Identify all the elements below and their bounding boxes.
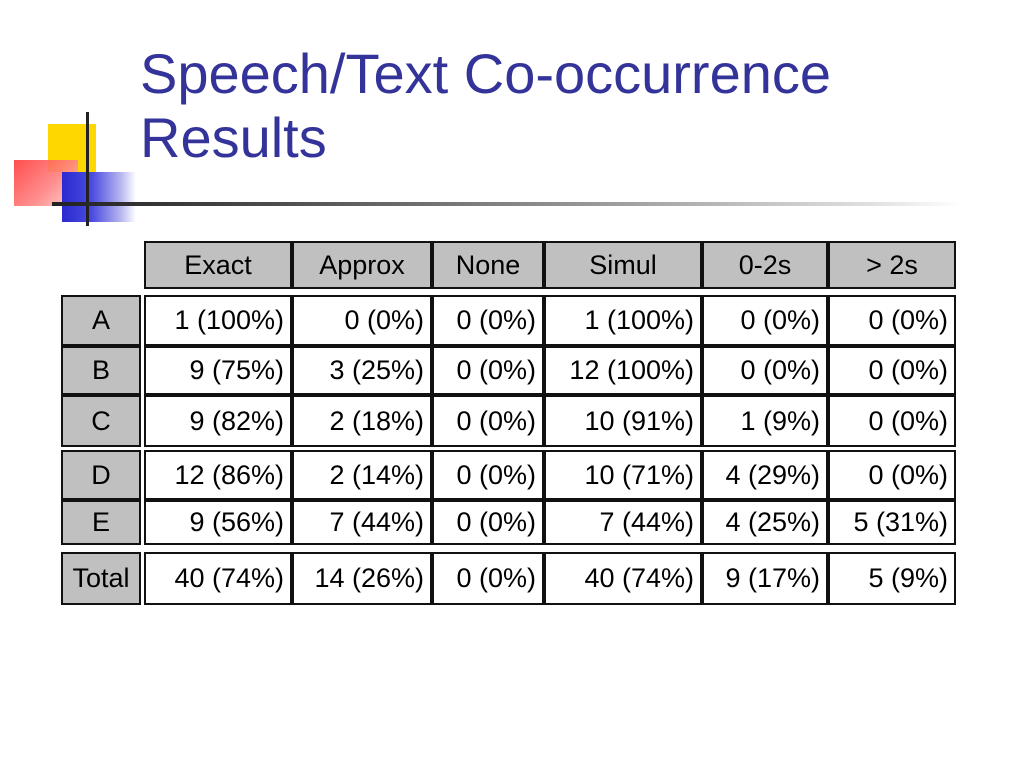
table-cell: 3 (25%) [292,346,432,395]
table-cell: 14 (26%) [292,552,432,605]
table-cell: 0 (0%) [828,295,956,346]
table-cell: 2 (14%) [292,450,432,500]
table-cell: 1 (100%) [544,295,702,346]
slide-title-line-2: Results [140,106,327,169]
table-cell: 9 (17%) [702,552,828,605]
table-cell: 1 (100%) [144,295,292,346]
column-header: Simul [544,241,702,289]
row-label: C [61,395,141,447]
table-cell: 9 (56%) [144,500,292,545]
table-cell: 0 (0%) [702,346,828,395]
column-header: None [432,241,544,289]
table-cell: 40 (74%) [544,552,702,605]
table-cell: 0 (0%) [432,450,544,500]
table-cell: 0 (0%) [432,346,544,395]
table-cell: 10 (91%) [544,395,702,447]
row-label: B [61,346,141,395]
table-cell: 4 (25%) [702,500,828,545]
table-cell: 0 (0%) [828,346,956,395]
table-cell: 1 (9%) [702,395,828,447]
column-header: 0-2s [702,241,828,289]
table-cell: 4 (29%) [702,450,828,500]
title-underline [52,202,962,206]
logo-blue-square [62,172,136,222]
slide-title-line-1: Speech/Text Co-occurrence [140,42,832,105]
logo-vertical-line [86,112,89,226]
table-cell: 9 (82%) [144,395,292,447]
table-cell: 7 (44%) [544,500,702,545]
table-cell: 9 (75%) [144,346,292,395]
row-label: E [61,500,141,545]
row-label: A [61,295,141,346]
table-cell: 12 (100%) [544,346,702,395]
row-label: D [61,450,141,500]
table-cell: 0 (0%) [432,500,544,545]
table-cell: 10 (71%) [544,450,702,500]
table-cell: 5 (31%) [828,500,956,545]
column-header: > 2s [828,241,956,289]
table-cell: 0 (0%) [702,295,828,346]
table-cell: 12 (86%) [144,450,292,500]
table-cell: 2 (18%) [292,395,432,447]
table-cell: 7 (44%) [292,500,432,545]
column-header: Approx [292,241,432,289]
slide-title: Speech/Text Co-occurrence Results [140,42,1000,170]
table-cell: 0 (0%) [828,450,956,500]
table-cell: 0 (0%) [292,295,432,346]
table-cell: 0 (0%) [432,552,544,605]
table-cell: 0 (0%) [828,395,956,447]
table-cell: 0 (0%) [432,395,544,447]
row-label: Total [61,552,141,605]
table-cell: 5 (9%) [828,552,956,605]
column-header: Exact [144,241,292,289]
table-cell: 40 (74%) [144,552,292,605]
table-cell: 0 (0%) [432,295,544,346]
